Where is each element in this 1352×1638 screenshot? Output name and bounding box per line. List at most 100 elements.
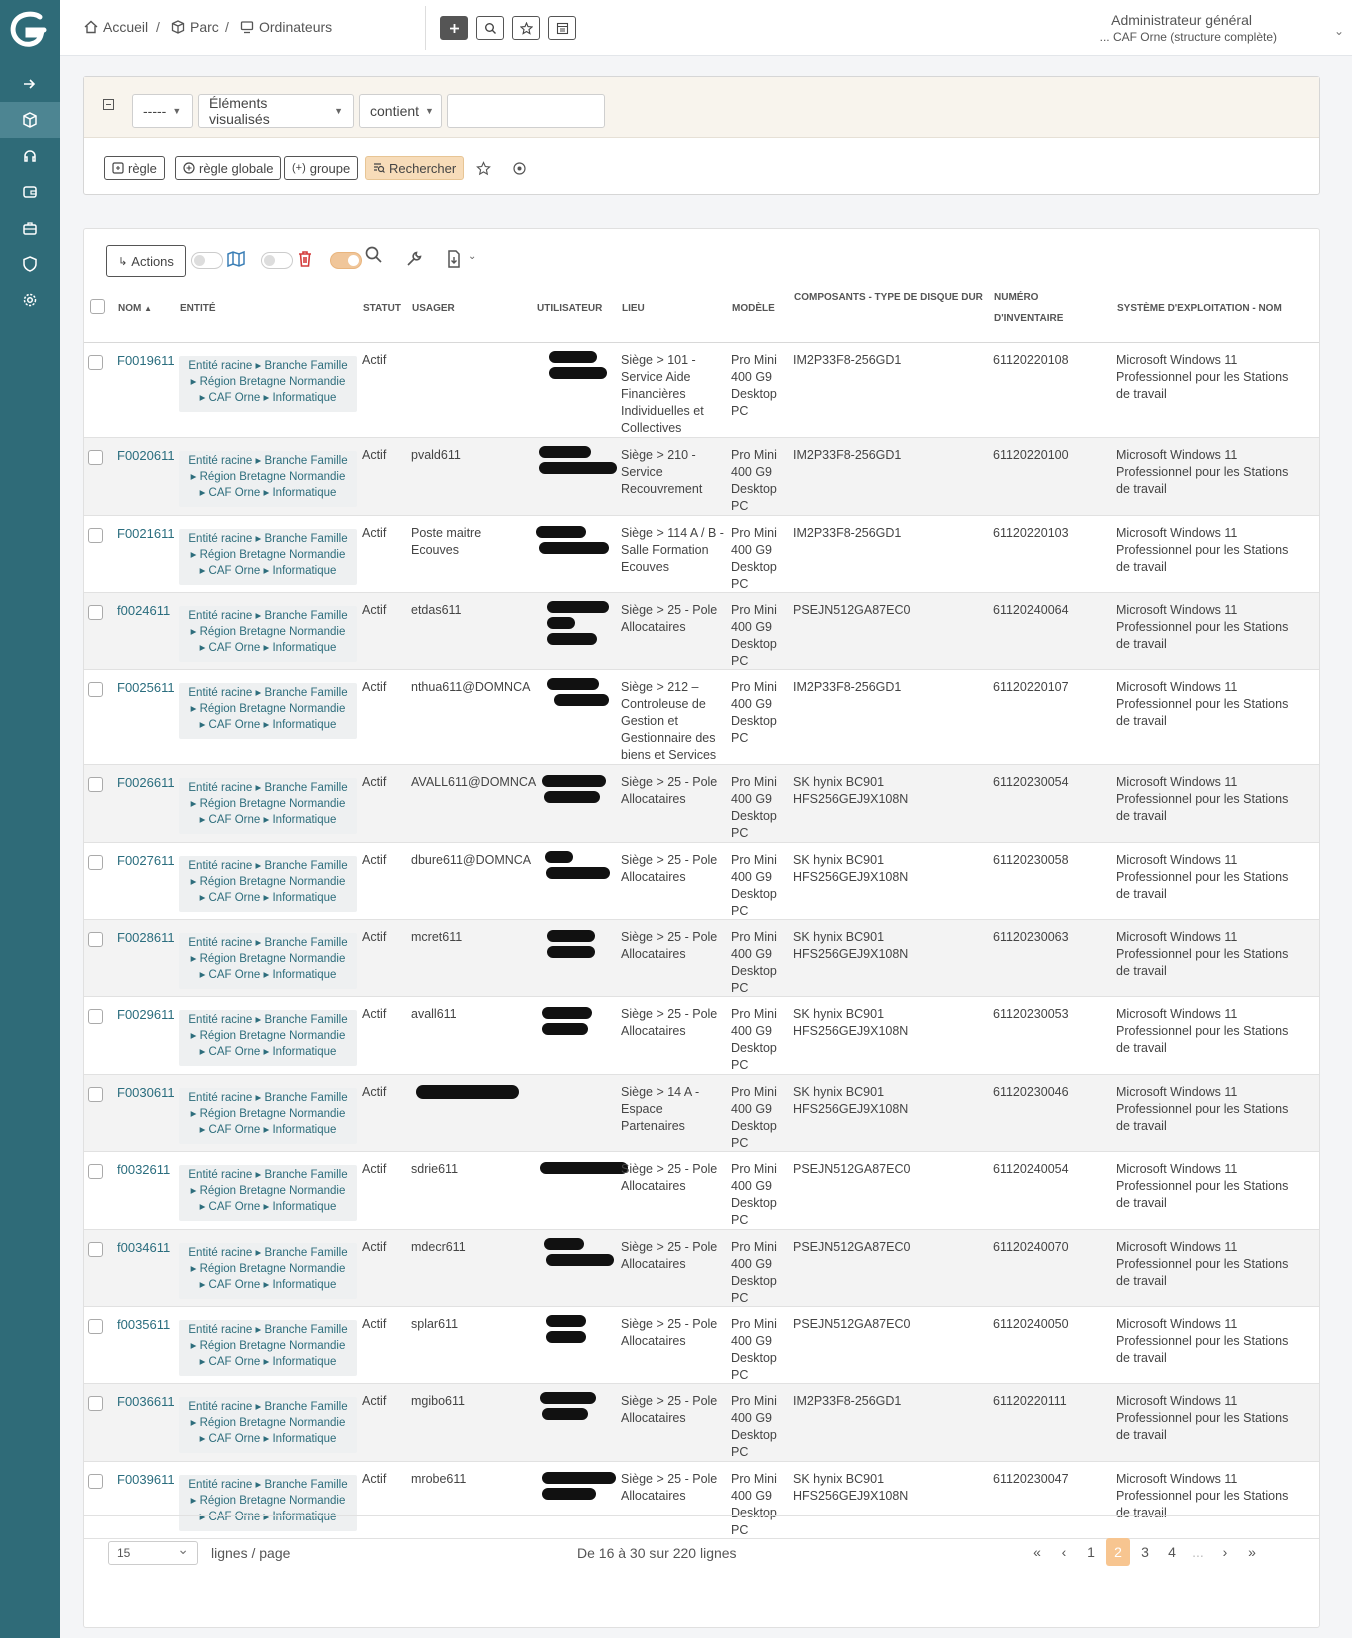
table-row[interactable]: F0021611 Entité racine ▸ Branche Famille ▸… — [84, 516, 1319, 593]
computer-name-link[interactable]: F0027611 — [117, 852, 175, 869]
computer-name-link[interactable]: f0034611 — [117, 1239, 170, 1256]
computer-name-link[interactable]: F0030611 — [117, 1084, 175, 1101]
entity-path[interactable]: Entité racine ▸ Branche Famille ▸ Région … — [179, 451, 357, 507]
add-button[interactable] — [440, 16, 468, 40]
column-header-composants[interactable]: COMPOSANTS - TYPE DE DISQUE DUR — [794, 287, 984, 308]
computer-name-link[interactable]: F0029611 — [117, 1006, 175, 1023]
add-rule-button[interactable]: règle — [104, 156, 165, 180]
row-checkbox[interactable] — [88, 1242, 103, 1257]
row-checkbox[interactable] — [88, 528, 103, 543]
add-group-button[interactable]: (+) groupe — [284, 156, 359, 180]
glpi-logo[interactable] — [6, 8, 50, 52]
sidebar-item-gestion[interactable] — [0, 174, 60, 210]
computer-name-link[interactable]: F0019611 — [117, 352, 175, 369]
entity-path[interactable]: Entité racine ▸ Branche Famille ▸ Région … — [179, 606, 357, 662]
row-checkbox[interactable] — [88, 855, 103, 870]
table-row[interactable]: f0032611 Entité racine ▸ Branche Famille ▸… — [84, 1152, 1319, 1230]
row-checkbox[interactable] — [88, 932, 103, 947]
entity-path[interactable]: Entité racine ▸ Branche Famille ▸ Région … — [179, 683, 357, 739]
row-checkbox[interactable] — [88, 1319, 103, 1334]
row-checkbox[interactable] — [88, 1474, 103, 1489]
select-all-checkbox[interactable] — [90, 299, 105, 314]
table-row[interactable]: F0028611 Entité racine ▸ Branche Famille ▸… — [84, 920, 1319, 997]
sidebar-item-parc[interactable] — [0, 102, 60, 138]
table-row[interactable]: F0036611 Entité racine ▸ Branche Famille ▸… — [84, 1384, 1319, 1462]
column-header-nom[interactable]: NOM ▲ — [118, 298, 152, 319]
row-checkbox[interactable] — [88, 682, 103, 697]
add-global-rule-button[interactable]: règle globale — [175, 156, 282, 180]
first-page-button[interactable]: « — [1025, 1538, 1049, 1566]
export-icon[interactable] — [444, 249, 464, 269]
table-row[interactable]: F0019611 Entité racine ▸ Branche Famille ▸… — [84, 343, 1319, 438]
row-checkbox[interactable] — [88, 605, 103, 620]
search-button[interactable] — [476, 16, 504, 40]
computer-name-link[interactable]: F0025611 — [117, 679, 175, 696]
computer-name-link[interactable]: F0039611 — [117, 1471, 175, 1488]
page-button[interactable]: 4 — [1160, 1538, 1184, 1566]
search-filter-toggle[interactable] — [330, 252, 362, 269]
bookmarks-button[interactable] — [512, 16, 540, 40]
wrench-icon[interactable] — [404, 249, 424, 269]
entity-path[interactable]: Entité racine ▸ Branche Famille ▸ Région … — [179, 1088, 357, 1144]
row-checkbox[interactable] — [88, 1164, 103, 1179]
breadcrumb-ordinateurs[interactable]: Ordinateurs — [240, 19, 332, 35]
column-header-inventaire[interactable]: NUMÉRO D'INVENTAIRE — [994, 287, 1094, 329]
map-view-toggle[interactable] — [191, 252, 223, 269]
entity-path[interactable]: Entité racine ▸ Branche Famille ▸ Région … — [179, 356, 357, 412]
save-search-star-icon[interactable] — [476, 161, 491, 176]
entity-path[interactable]: Entité racine ▸ Branche Famille ▸ Région … — [179, 1165, 357, 1221]
sidebar-item-configuration[interactable] — [0, 282, 60, 318]
entity-path[interactable]: Entité racine ▸ Branche Famille ▸ Région … — [179, 1397, 357, 1453]
computer-name-link[interactable]: f0024611 — [117, 602, 170, 619]
last-page-button[interactable]: » — [1240, 1538, 1264, 1566]
page-button-current[interactable]: 2 — [1106, 1538, 1130, 1566]
table-row[interactable]: F0026611 Entité racine ▸ Branche Famille ▸… — [84, 765, 1319, 843]
breadcrumb-home[interactable]: Accueil — [84, 19, 148, 35]
entity-path[interactable]: Entité racine ▸ Branche Famille ▸ Région … — [179, 778, 357, 834]
user-entity[interactable]: ... CAF Orne (structure complète) — [1100, 30, 1277, 44]
search-icon[interactable] — [364, 245, 384, 265]
entity-path[interactable]: Entité racine ▸ Branche Famille ▸ Région … — [179, 1320, 357, 1376]
table-row[interactable]: F0030611 Entité racine ▸ Branche Famille ▸… — [84, 1075, 1319, 1152]
entity-path[interactable]: Entité racine ▸ Branche Famille ▸ Région … — [179, 1243, 357, 1299]
next-page-button[interactable]: › — [1213, 1538, 1237, 1566]
collapse-icon[interactable] — [103, 99, 114, 110]
map-icon[interactable] — [226, 249, 246, 269]
table-row[interactable]: F0027611 Entité racine ▸ Branche Famille ▸… — [84, 843, 1319, 920]
column-header-statut[interactable]: STATUT — [363, 298, 401, 319]
row-checkbox[interactable] — [88, 450, 103, 465]
massive-actions-button[interactable]: ↳ Actions — [106, 245, 186, 277]
criteria-operator-select[interactable]: contient ▼ — [359, 94, 442, 128]
table-row[interactable]: F0029611 Entité racine ▸ Branche Famille ▸… — [84, 997, 1319, 1075]
reset-search-icon[interactable] — [512, 161, 527, 176]
entity-path[interactable]: Entité racine ▸ Branche Famille ▸ Région … — [179, 856, 357, 912]
row-checkbox[interactable] — [88, 355, 103, 370]
criteria-link-select[interactable]: ----- ▼ — [132, 94, 193, 128]
sidebar-item-administration[interactable] — [0, 246, 60, 282]
column-header-modele[interactable]: MODÈLE — [732, 298, 775, 319]
entity-path[interactable]: Entité racine ▸ Branche Famille ▸ Région … — [179, 529, 357, 585]
per-page-select[interactable]: 15 — [108, 1541, 198, 1565]
row-checkbox[interactable] — [88, 777, 103, 792]
table-row[interactable]: f0034611 Entité racine ▸ Branche Famille ▸… — [84, 1230, 1319, 1307]
criteria-value-input[interactable] — [447, 94, 605, 128]
column-header-os[interactable]: SYSTÈME D'EXPLOITATION - NOM — [1117, 298, 1282, 319]
computer-name-link[interactable]: F0021611 — [117, 525, 175, 542]
criteria-field-select[interactable]: Éléments visualisés ▼ — [198, 94, 354, 128]
chevron-down-icon[interactable]: ⌄ — [1334, 24, 1344, 38]
column-header-lieu[interactable]: LIEU — [622, 298, 645, 319]
computer-name-link[interactable]: F0020611 — [117, 447, 175, 464]
row-checkbox[interactable] — [88, 1087, 103, 1102]
table-row[interactable]: f0035611 Entité racine ▸ Branche Famille ▸… — [84, 1307, 1319, 1384]
export-chevron-icon[interactable]: ⌄ — [468, 251, 476, 262]
computer-name-link[interactable]: F0026611 — [117, 774, 175, 791]
prev-page-button[interactable]: ‹ — [1052, 1538, 1076, 1566]
trash-icon[interactable] — [295, 249, 315, 269]
entity-path[interactable]: Entité racine ▸ Branche Famille ▸ Région … — [179, 1010, 357, 1066]
computer-name-link[interactable]: f0035611 — [117, 1316, 170, 1333]
table-row[interactable]: F0025611 Entité racine ▸ Branche Famille ▸… — [84, 670, 1319, 765]
sidebar-item-assistance[interactable] — [0, 138, 60, 174]
table-row[interactable]: f0024611 Entité racine ▸ Branche Famille ▸… — [84, 593, 1319, 670]
computer-name-link[interactable]: f0032611 — [117, 1161, 170, 1178]
display-options-button[interactable] — [548, 16, 576, 40]
